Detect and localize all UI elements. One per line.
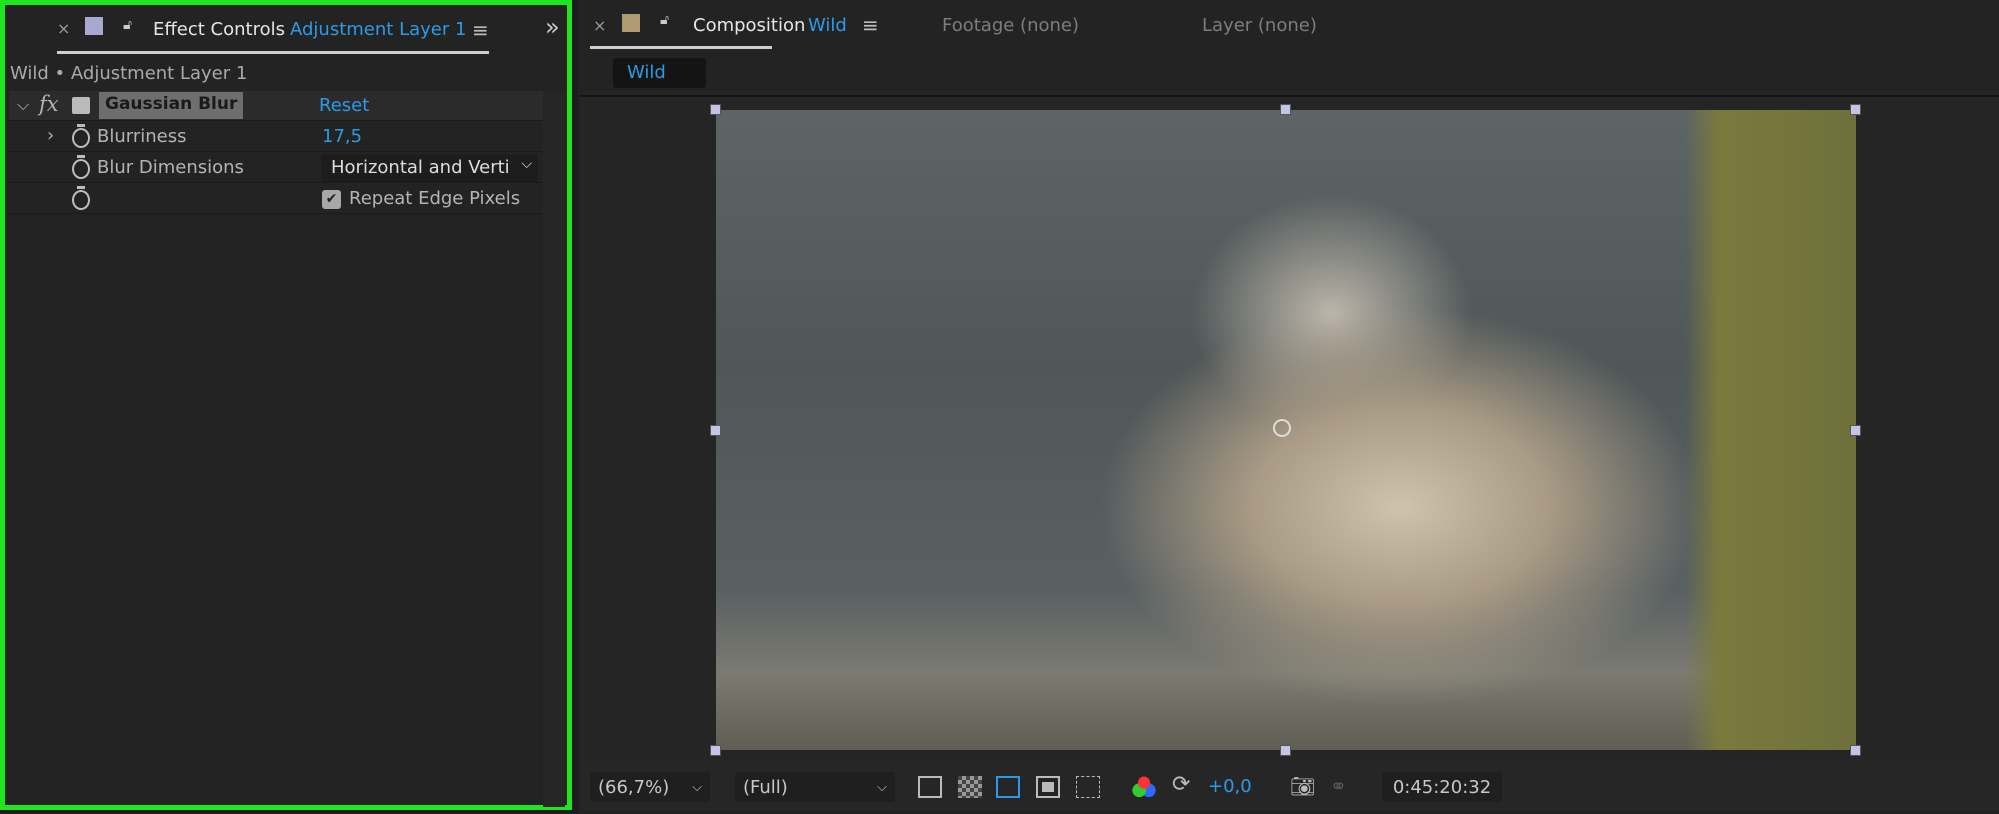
transform-handle[interactable] bbox=[1850, 745, 1861, 756]
stopwatch-icon[interactable] bbox=[72, 124, 90, 148]
tab-comp-name[interactable]: Wild bbox=[808, 15, 847, 36]
transform-handle[interactable] bbox=[1850, 425, 1861, 436]
active-tab-underline bbox=[590, 46, 772, 49]
dropdown-value: Horizontal and Verti bbox=[331, 157, 510, 178]
snapshot-camera-icon[interactable]: 📷︎ bbox=[1290, 774, 1315, 798]
property-label: Blurriness bbox=[97, 126, 187, 147]
current-time-display[interactable]: 0:45:20:32 bbox=[1382, 772, 1502, 802]
effect-name[interactable]: Gaussian Blur bbox=[99, 92, 244, 119]
effect-row-gaussian-blur: ⌵ fx Gaussian Blur Reset bbox=[9, 91, 544, 121]
repeat-edge-checkbox[interactable]: ✔ bbox=[322, 190, 341, 209]
panel-menu-icon[interactable]: ≡ bbox=[862, 13, 879, 37]
overflow-icon[interactable]: » bbox=[545, 13, 560, 41]
close-tab-button[interactable]: × bbox=[593, 16, 606, 35]
active-tab-underline bbox=[57, 51, 489, 54]
exposure-reset-icon[interactable]: ⟳ bbox=[1172, 772, 1190, 797]
transform-handle[interactable] bbox=[710, 104, 721, 115]
composition-panel: × 🔓︎ Composition Wild ≡ Footage (none) L… bbox=[578, 0, 1999, 814]
property-row-repeat-edge-pixels: ✔ Repeat Edge Pixels bbox=[9, 184, 544, 214]
chevron-down-icon: ⌵ bbox=[877, 779, 887, 795]
reset-button[interactable]: Reset bbox=[319, 95, 369, 116]
tab-layer-name[interactable]: Adjustment Layer 1 bbox=[290, 19, 466, 40]
fx-toggle-icon[interactable]: fx bbox=[39, 92, 59, 116]
exposure-value[interactable]: +0,0 bbox=[1208, 776, 1252, 797]
transform-handle[interactable] bbox=[1850, 104, 1861, 115]
show-snapshot-icon[interactable]: ⚭ bbox=[1330, 774, 1347, 798]
effect-controls-tab-row: × 🔓︎ Effect Controls Adjustment Layer 1 … bbox=[5, 5, 567, 55]
stopwatch-icon[interactable] bbox=[72, 155, 90, 179]
transform-handle[interactable] bbox=[1280, 104, 1291, 115]
magnification-dropdown[interactable]: (66,7%) ⌵ bbox=[590, 772, 710, 802]
effect-preset-icon bbox=[72, 97, 90, 114]
lock-icon[interactable]: 🔓︎ bbox=[123, 17, 132, 33]
blur-dimensions-dropdown[interactable]: Horizontal and Verti ⌵ bbox=[321, 154, 538, 182]
property-row-blur-dimensions: Blur Dimensions Horizontal and Verti ⌵ bbox=[9, 153, 544, 183]
breadcrumb: Wild • Adjustment Layer 1 bbox=[10, 63, 248, 84]
checkbox-label: Repeat Edge Pixels bbox=[349, 188, 521, 209]
tab-footage[interactable]: Footage (none) bbox=[942, 15, 1079, 36]
tab-layer[interactable]: Layer (none) bbox=[1202, 15, 1317, 36]
lock-icon[interactable]: 🔓︎ bbox=[660, 12, 669, 28]
blurriness-value[interactable]: 17,5 bbox=[322, 126, 362, 147]
chevron-down-icon: ⌵ bbox=[521, 156, 532, 172]
mask-visibility-icon[interactable] bbox=[996, 776, 1020, 798]
anchor-point-icon[interactable] bbox=[1273, 419, 1291, 437]
tab-title[interactable]: Composition bbox=[693, 15, 805, 36]
fast-previews-icon[interactable] bbox=[918, 776, 942, 798]
zoom-value: (66,7%) bbox=[598, 776, 670, 798]
transform-handle[interactable] bbox=[710, 425, 721, 436]
region-of-interest-icon[interactable] bbox=[1036, 776, 1060, 798]
transform-handle[interactable] bbox=[1280, 745, 1291, 756]
expand-chevron-icon[interactable]: › bbox=[47, 125, 54, 146]
channel-icon[interactable] bbox=[1132, 776, 1156, 798]
panel-menu-icon[interactable]: ≡ bbox=[472, 18, 489, 42]
label-color-swatch[interactable] bbox=[622, 14, 640, 32]
property-label: Blur Dimensions bbox=[97, 157, 244, 178]
scrollbar[interactable] bbox=[543, 91, 565, 807]
resolution-dropdown[interactable]: (Full) ⌵ bbox=[735, 772, 895, 802]
transform-handle[interactable] bbox=[710, 745, 721, 756]
collapse-chevron-icon[interactable]: ⌵ bbox=[17, 95, 29, 115]
close-tab-button[interactable]: × bbox=[57, 19, 70, 38]
tab-title[interactable]: Effect Controls bbox=[153, 19, 285, 40]
label-color-swatch[interactable] bbox=[85, 17, 103, 35]
comp-breadcrumb-button[interactable]: Wild bbox=[613, 58, 706, 88]
resolution-value: (Full) bbox=[743, 776, 788, 798]
property-row-blurriness: › Blurriness 17,5 bbox=[9, 122, 544, 152]
effect-controls-panel: × 🔓︎ Effect Controls Adjustment Layer 1 … bbox=[0, 0, 572, 810]
chevron-down-icon: ⌵ bbox=[692, 779, 702, 795]
grid-guides-icon[interactable] bbox=[1076, 776, 1100, 798]
stopwatch-icon[interactable] bbox=[72, 186, 90, 210]
composition-viewer[interactable] bbox=[580, 95, 1999, 765]
timecode: 0:45:20:32 bbox=[1392, 776, 1492, 798]
transparency-grid-icon[interactable] bbox=[958, 776, 982, 798]
